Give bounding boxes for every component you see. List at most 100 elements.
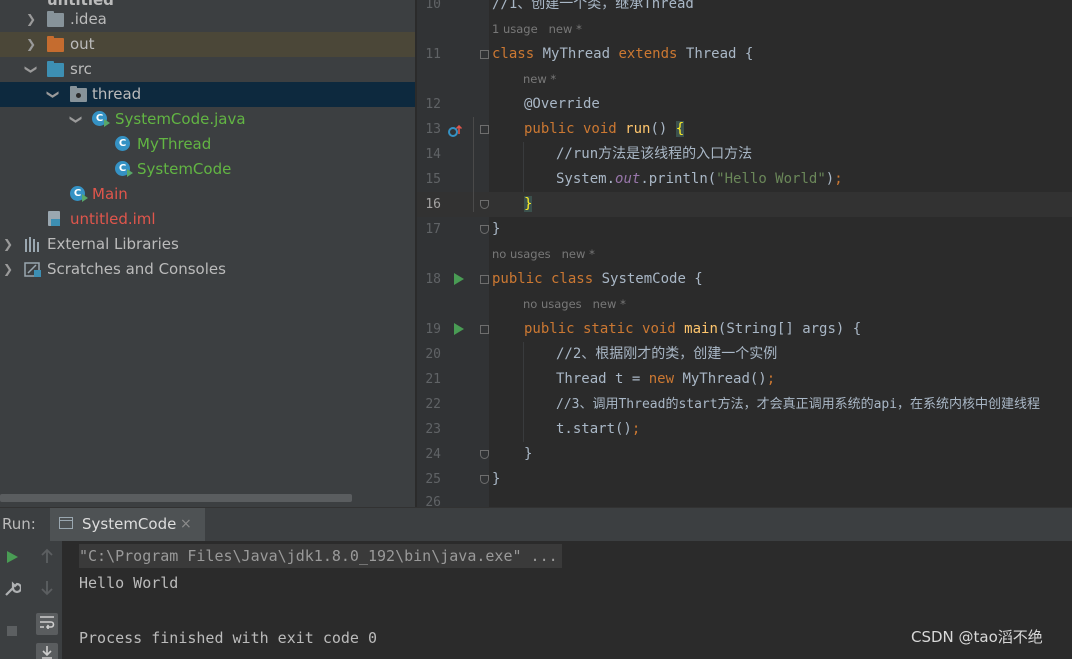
- code-line-22[interactable]: 22 //3、调用Thread的start方法，才会真正调用系统的api，在系统…: [417, 392, 1072, 417]
- project-panel: untitled ❯ .idea ❯ out ❯ src ❯ thread ❯ …: [0, 0, 415, 507]
- tree-item-label: Scratches and Consoles: [47, 260, 226, 278]
- code-line-20[interactable]: 20 //2、根据刚才的类，创建一个实例: [417, 342, 1072, 367]
- fold-end-icon[interactable]: [480, 225, 489, 234]
- usage-hint[interactable]: 1 usage new *: [492, 17, 582, 42]
- chevron-right-icon[interactable]: ❯: [1, 232, 15, 257]
- code-text: public class SystemCode {: [492, 267, 703, 292]
- rerun-icon[interactable]: [1, 548, 23, 570]
- tree-item-idea[interactable]: ❯ .idea: [0, 7, 415, 32]
- code-line-16-current[interactable]: 16 }: [417, 192, 1072, 217]
- tree-item-out[interactable]: ❯ out: [0, 32, 415, 57]
- override-method-icon[interactable]: [448, 123, 463, 137]
- tree-item-untitled-iml[interactable]: untitled.iml: [0, 207, 415, 232]
- code-line-19[interactable]: 19 public static void main(String[] args…: [417, 317, 1072, 342]
- chevron-down-icon[interactable]: ❯: [64, 113, 89, 127]
- code-line-21[interactable]: 21 Thread t = new MyThread();: [417, 367, 1072, 392]
- line-number: 21: [425, 372, 441, 387]
- change-marker: [473, 117, 474, 212]
- scroll-to-end-icon[interactable]: [36, 643, 58, 659]
- console-command-line[interactable]: "C:\Program Files\Java\jdk1.8.0_192\bin\…: [79, 544, 562, 568]
- code-token: t.start(): [556, 421, 632, 437]
- tree-item-thread[interactable]: ❯ thread: [0, 82, 415, 107]
- code-string: "Hello World": [716, 171, 826, 187]
- code-line-24[interactable]: 24 }: [417, 442, 1072, 467]
- chevron-down-icon[interactable]: ❯: [19, 63, 44, 77]
- class-run-icon: C: [70, 186, 88, 203]
- tree-item-scratches[interactable]: ❯ Scratches and Consoles: [0, 257, 415, 282]
- tree-item-label: External Libraries: [47, 235, 179, 253]
- code-line-18[interactable]: 18 public class SystemCode {: [417, 267, 1072, 292]
- code-line-26[interactable]: 26: [417, 490, 1072, 507]
- line-number: 20: [425, 347, 441, 362]
- line-number: 26: [425, 495, 441, 507]
- run-label: Run:: [2, 515, 36, 533]
- fold-end-icon[interactable]: [480, 450, 489, 459]
- run-gutter-icon[interactable]: [454, 273, 464, 285]
- project-horizontal-scrollbar[interactable]: [0, 494, 352, 502]
- tree-item-systemcode-java[interactable]: ❯ C SystemCode.java: [0, 107, 415, 132]
- line-number: 12: [425, 97, 441, 112]
- tree-item-external-libraries[interactable]: ❯ External Libraries: [0, 232, 415, 257]
- fold-icon[interactable]: [480, 275, 489, 284]
- fold-icon[interactable]: [480, 50, 489, 59]
- tree-item-mythread[interactable]: C MyThread: [0, 132, 415, 157]
- chevron-right-icon[interactable]: ❯: [24, 32, 38, 57]
- tree-item-label: Main: [92, 185, 128, 203]
- code-line-15[interactable]: 15 System.out.println("Hello World");: [417, 167, 1072, 192]
- code-text: Thread t = new MyThread();: [556, 367, 775, 392]
- arrow-up-icon[interactable]: [36, 548, 58, 570]
- tree-item-label: out: [70, 35, 95, 53]
- code-method: main: [675, 321, 718, 337]
- stop-icon[interactable]: [1, 621, 23, 643]
- code-editor[interactable]: 10 //1、创建一个类，继承Thread 1 usage new * 11 c…: [417, 0, 1072, 507]
- tree-item-label: MyThread: [137, 135, 212, 153]
- code-line-14[interactable]: 14 //run方法是该线程的入口方法: [417, 142, 1072, 167]
- code-line-25[interactable]: 25 }: [417, 467, 1072, 492]
- chevron-right-icon[interactable]: ❯: [24, 7, 38, 32]
- chevron-down-icon[interactable]: ❯: [41, 88, 66, 102]
- tree-item-systemcode[interactable]: C SystemCode: [0, 157, 415, 182]
- code-keyword: public: [524, 121, 575, 137]
- close-icon[interactable]: ×: [180, 508, 192, 541]
- code-text: //1、创建一个类，继承Thread: [492, 0, 694, 12]
- usage-hint[interactable]: new *: [523, 67, 556, 92]
- run-tab-systemcode[interactable]: SystemCode ×: [50, 508, 205, 541]
- code-brace-match: }: [524, 196, 533, 212]
- code-text: }: [524, 446, 533, 462]
- fold-icon[interactable]: [480, 325, 489, 334]
- code-line-11[interactable]: 11 class MyThread extends Thread {: [417, 42, 1072, 67]
- code-line-13[interactable]: 13 public void run() {: [417, 117, 1072, 142]
- line-number: 25: [425, 472, 441, 487]
- code-token: ): [825, 171, 835, 187]
- fold-end-icon[interactable]: [480, 475, 489, 484]
- tree-item-src[interactable]: ❯ src: [0, 57, 415, 82]
- line-number: 18: [425, 272, 441, 287]
- wrench-icon[interactable]: [1, 580, 23, 602]
- tree-item-main[interactable]: C Main: [0, 182, 415, 207]
- code-method: run: [616, 121, 651, 137]
- fold-end-icon[interactable]: [480, 200, 489, 209]
- code-keyword: public: [492, 271, 543, 287]
- code-token: (): [650, 121, 676, 137]
- watermark: CSDN @tao滔不绝: [911, 628, 1043, 646]
- line-number: 13: [425, 122, 441, 137]
- run-gutter-icon[interactable]: [454, 323, 464, 335]
- arrow-down-icon[interactable]: [36, 580, 58, 602]
- soft-wrap-icon[interactable]: [36, 613, 58, 635]
- folder-icon: [47, 36, 64, 53]
- class-run-icon: C: [92, 111, 110, 128]
- code-line-10[interactable]: 10 //1、创建一个类，继承Thread: [417, 0, 1072, 17]
- fold-icon[interactable]: [480, 125, 489, 134]
- code-token: MyThread: [534, 46, 619, 62]
- run-toolbar: [0, 541, 62, 659]
- usage-hint[interactable]: no usages new *: [492, 242, 595, 267]
- code-line-23[interactable]: 23 t.start();: [417, 417, 1072, 442]
- code-text: System.out.println("Hello World");: [556, 167, 843, 192]
- usage-hint[interactable]: no usages new *: [523, 292, 626, 317]
- chevron-right-icon[interactable]: ❯: [1, 257, 15, 282]
- code-text: public void run() {: [524, 117, 685, 142]
- code-line-17[interactable]: 17 }: [417, 217, 1072, 242]
- line-number: 17: [425, 222, 441, 237]
- code-line-12[interactable]: 12 @Override: [417, 92, 1072, 117]
- code-keyword: static: [574, 321, 634, 337]
